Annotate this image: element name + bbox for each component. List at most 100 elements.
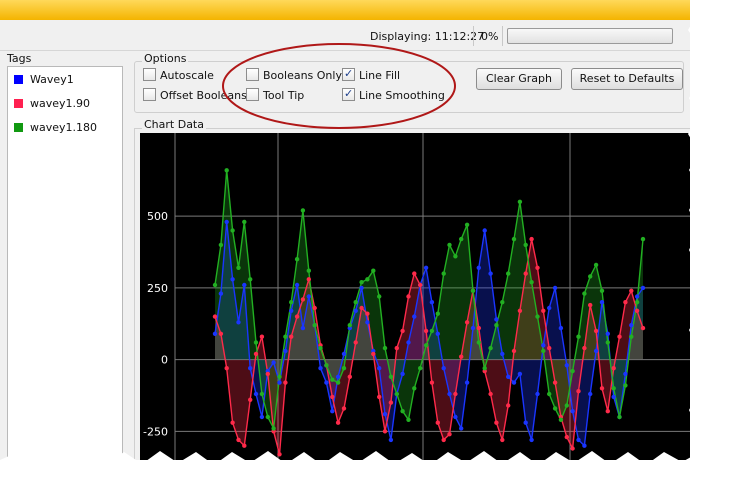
data-point bbox=[412, 386, 417, 391]
data-point bbox=[406, 294, 411, 299]
data-point bbox=[500, 351, 505, 357]
data-point bbox=[453, 254, 458, 259]
data-point bbox=[265, 371, 270, 377]
data-point bbox=[394, 391, 399, 397]
checkbox-checked-icon bbox=[342, 86, 355, 102]
data-point bbox=[599, 386, 605, 391]
data-point bbox=[277, 452, 282, 457]
tags-list[interactable]: Wavey1 wavey1.90 wavey1.180 bbox=[7, 66, 123, 460]
data-point bbox=[517, 199, 523, 204]
data-point bbox=[541, 348, 546, 354]
data-point bbox=[570, 409, 575, 414]
data-point bbox=[535, 265, 540, 270]
data-point bbox=[259, 334, 265, 339]
data-point bbox=[330, 394, 335, 400]
data-point bbox=[541, 343, 546, 348]
line-fill-checkbox[interactable]: Line Fill bbox=[342, 66, 401, 84]
data-point bbox=[576, 437, 581, 443]
data-point bbox=[271, 426, 276, 431]
data-point bbox=[359, 305, 364, 311]
data-point bbox=[564, 434, 569, 440]
data-point bbox=[324, 380, 329, 385]
data-point bbox=[242, 443, 247, 448]
tag-label: wavey1.90 bbox=[30, 97, 91, 110]
data-point bbox=[341, 351, 347, 357]
data-point bbox=[406, 340, 411, 345]
data-point bbox=[435, 331, 440, 336]
title-bar bbox=[0, 0, 690, 20]
data-point bbox=[523, 242, 528, 248]
data-point bbox=[494, 323, 499, 328]
data-point bbox=[236, 265, 241, 270]
data-point bbox=[511, 348, 517, 354]
tag-item-wavey1[interactable]: Wavey1 bbox=[14, 72, 74, 88]
data-point bbox=[634, 308, 640, 313]
chart-plot[interactable]: 500 250 0 -250 bbox=[140, 133, 690, 460]
data-point bbox=[429, 328, 435, 334]
data-point bbox=[535, 314, 540, 319]
tool-tip-checkbox[interactable]: Tool Tip bbox=[246, 88, 304, 104]
autoscale-checkbox[interactable]: Autoscale bbox=[143, 68, 214, 84]
data-point bbox=[547, 345, 552, 351]
data-point bbox=[365, 320, 370, 325]
data-point bbox=[435, 420, 440, 425]
data-point bbox=[588, 274, 593, 279]
tag-label: wavey1.180 bbox=[30, 121, 98, 134]
data-point bbox=[558, 417, 564, 422]
data-point bbox=[218, 291, 224, 296]
data-point bbox=[605, 340, 610, 345]
offset-booleans-checkbox[interactable]: Offset Booleans bbox=[143, 88, 247, 104]
data-point bbox=[517, 308, 523, 313]
data-point bbox=[400, 409, 405, 414]
data-point bbox=[611, 394, 616, 400]
data-point bbox=[388, 437, 394, 443]
data-point bbox=[312, 305, 317, 311]
data-point bbox=[394, 345, 399, 351]
line-fill-label: Line Fill bbox=[359, 69, 401, 82]
data-point bbox=[330, 377, 335, 382]
data-point bbox=[447, 242, 452, 248]
data-point bbox=[547, 391, 552, 397]
data-point bbox=[435, 311, 440, 316]
data-point bbox=[582, 443, 587, 448]
status-divider bbox=[502, 26, 503, 46]
data-point bbox=[224, 219, 229, 225]
data-point bbox=[464, 380, 470, 385]
clear-graph-button[interactable]: Clear Graph bbox=[476, 68, 562, 90]
data-point bbox=[294, 257, 300, 262]
data-point bbox=[212, 314, 218, 319]
reset-defaults-button[interactable]: Reset to Defaults bbox=[571, 68, 683, 90]
data-point bbox=[640, 325, 646, 331]
data-point bbox=[300, 297, 306, 302]
line-smoothing-checkbox[interactable]: Line Smoothing bbox=[342, 86, 445, 104]
data-point bbox=[629, 288, 634, 293]
booleans-only-checkbox[interactable]: Booleans Only bbox=[246, 68, 342, 84]
data-point bbox=[212, 331, 218, 336]
tag-item-wavey1-180[interactable]: wavey1.180 bbox=[14, 120, 97, 136]
data-point bbox=[482, 366, 487, 371]
data-point bbox=[593, 262, 599, 268]
tags-group-title: Tags bbox=[7, 52, 32, 65]
data-point bbox=[464, 320, 470, 325]
data-point bbox=[552, 406, 558, 411]
data-point bbox=[382, 429, 388, 434]
data-point bbox=[248, 397, 253, 402]
tag-item-wavey1-90[interactable]: wavey1.90 bbox=[14, 96, 90, 112]
data-point bbox=[242, 219, 247, 225]
data-point bbox=[517, 371, 523, 377]
data-point bbox=[230, 420, 235, 425]
data-point bbox=[371, 351, 376, 357]
data-point bbox=[447, 391, 452, 397]
data-point bbox=[318, 345, 323, 351]
data-point bbox=[547, 305, 552, 311]
data-point bbox=[558, 325, 564, 331]
data-point bbox=[300, 325, 306, 331]
data-point bbox=[599, 300, 605, 305]
data-point bbox=[271, 360, 276, 365]
data-point bbox=[248, 366, 253, 371]
data-point bbox=[224, 168, 229, 173]
y-tick-label: -250 bbox=[143, 425, 168, 438]
data-point bbox=[423, 343, 429, 348]
data-point bbox=[377, 394, 382, 400]
data-point bbox=[248, 277, 253, 282]
